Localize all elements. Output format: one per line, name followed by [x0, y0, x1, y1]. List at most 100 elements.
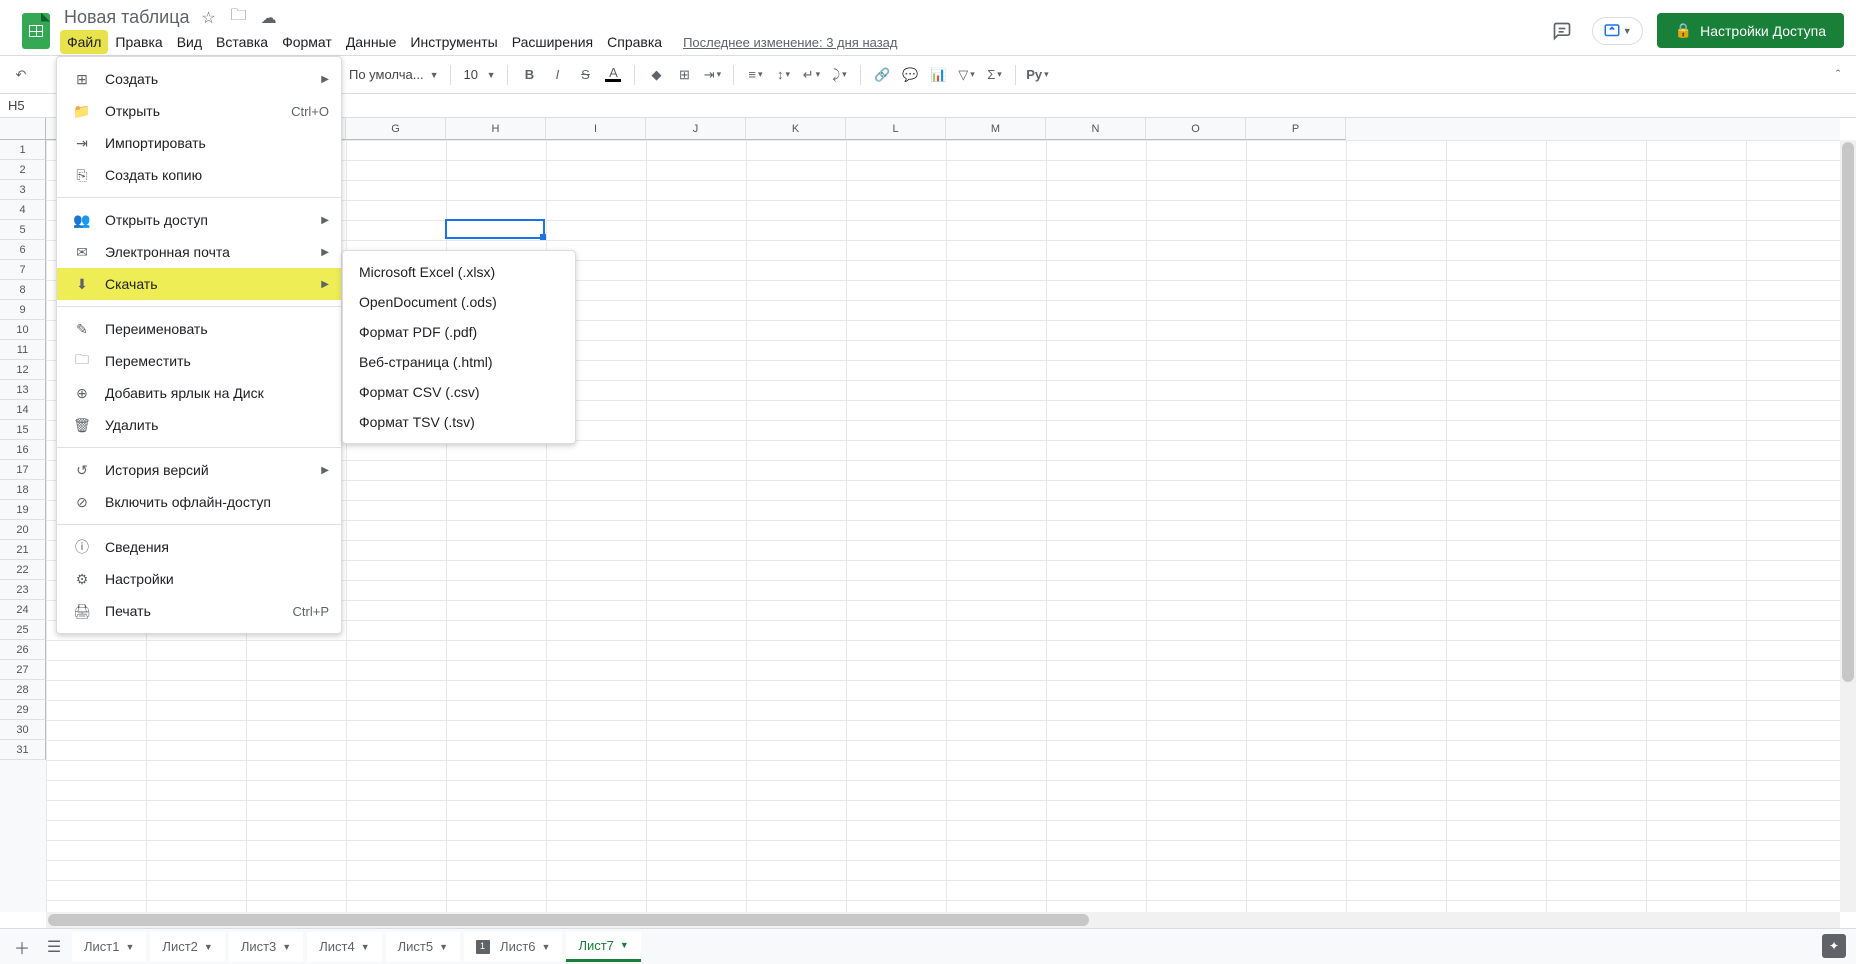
chevron-down-icon[interactable]: ▼ — [542, 942, 551, 952]
sheet-tab[interactable]: Лист3▼ — [229, 932, 303, 962]
menu-вставка[interactable]: Вставка — [209, 30, 275, 54]
file-menu-item[interactable]: ✎Переименовать — [57, 313, 341, 345]
chevron-down-icon[interactable]: ▼ — [620, 940, 629, 950]
borders-icon[interactable]: ⊞ — [671, 62, 697, 88]
file-menu-item[interactable]: 🗑Удалить — [57, 409, 341, 441]
row-header-24[interactable]: 24 — [0, 600, 46, 620]
fill-handle[interactable] — [540, 234, 546, 240]
file-menu-item[interactable]: ⬇Скачать▶ — [57, 268, 341, 300]
row-header-26[interactable]: 26 — [0, 640, 46, 660]
file-menu-item[interactable]: ✉Электронная почта▶ — [57, 236, 341, 268]
download-option[interactable]: Формат CSV (.csv) — [343, 377, 575, 407]
file-menu-item[interactable]: 📁ОткрытьCtrl+O — [57, 95, 341, 127]
font-selector[interactable]: По умолча... ▼ — [345, 67, 442, 82]
last-edit-link[interactable]: Последнее изменение: 3 дня назад — [683, 35, 897, 50]
sheets-logo-icon[interactable] — [22, 13, 50, 49]
download-option[interactable]: Формат PDF (.pdf) — [343, 317, 575, 347]
row-header-12[interactable]: 12 — [0, 360, 46, 380]
chevron-down-icon[interactable]: ▼ — [282, 942, 291, 952]
horizontal-scrollbar[interactable] — [46, 912, 1840, 928]
row-header-11[interactable]: 11 — [0, 340, 46, 360]
col-header-H[interactable]: H — [446, 118, 546, 140]
v-align-icon[interactable]: ↕▾ — [770, 62, 796, 88]
rotate-icon[interactable]: ⤸▾ — [826, 62, 852, 88]
strikethrough-icon[interactable]: S — [572, 62, 598, 88]
file-menu-item[interactable]: ⊕Добавить ярлык на Диск — [57, 377, 341, 409]
row-header-14[interactable]: 14 — [0, 400, 46, 420]
row-header-2[interactable]: 2 — [0, 160, 46, 180]
file-menu-item[interactable]: ⓘСведения — [57, 531, 341, 563]
row-header-31[interactable]: 31 — [0, 740, 46, 760]
row-header-9[interactable]: 9 — [0, 300, 46, 320]
menu-формат[interactable]: Формат — [275, 30, 339, 54]
menu-файл[interactable]: Файл — [60, 30, 108, 54]
file-menu-item[interactable]: 👥Открыть доступ▶ — [57, 204, 341, 236]
row-header-28[interactable]: 28 — [0, 680, 46, 700]
row-header-17[interactable]: 17 — [0, 460, 46, 480]
move-icon[interactable]: 🗀 — [230, 9, 248, 27]
filter-icon[interactable]: ▽▾ — [953, 62, 979, 88]
col-header-N[interactable]: N — [1046, 118, 1146, 140]
row-header-10[interactable]: 10 — [0, 320, 46, 340]
download-option[interactable]: Формат TSV (.tsv) — [343, 407, 575, 437]
menu-правка[interactable]: Правка — [108, 30, 169, 54]
file-menu-item[interactable]: ⇥Импортировать — [57, 127, 341, 159]
menu-вид[interactable]: Вид — [170, 30, 209, 54]
selected-cell[interactable] — [445, 219, 545, 239]
row-header-4[interactable]: 4 — [0, 200, 46, 220]
menu-расширения[interactable]: Расширения — [505, 30, 600, 54]
download-option[interactable]: OpenDocument (.ods) — [343, 287, 575, 317]
download-option[interactable]: Microsoft Excel (.xlsx) — [343, 257, 575, 287]
share-button[interactable]: 🔒 Настройки Доступа — [1657, 13, 1844, 48]
doc-title[interactable]: Новая таблица — [64, 7, 190, 28]
row-header-30[interactable]: 30 — [0, 720, 46, 740]
sheet-tab[interactable]: Лист4▼ — [307, 932, 381, 962]
row-header-22[interactable]: 22 — [0, 560, 46, 580]
add-sheet-button[interactable]: ＋ — [8, 933, 36, 961]
comments-icon[interactable] — [1546, 15, 1578, 47]
col-header-I[interactable]: I — [546, 118, 646, 140]
sheet-tab[interactable]: Лист6▼ — [464, 932, 562, 962]
menu-данные[interactable]: Данные — [339, 30, 404, 54]
row-header-16[interactable]: 16 — [0, 440, 46, 460]
row-header-19[interactable]: 19 — [0, 500, 46, 520]
font-size-selector[interactable]: 10 ▼ — [459, 67, 499, 82]
wrap-icon[interactable]: ↵▾ — [798, 62, 824, 88]
file-menu-item[interactable]: 🗀Переместить — [57, 345, 341, 377]
chart-icon[interactable]: 📊 — [925, 62, 951, 88]
row-header-7[interactable]: 7 — [0, 260, 46, 280]
functions-icon[interactable]: Σ▾ — [981, 62, 1007, 88]
row-header-27[interactable]: 27 — [0, 660, 46, 680]
file-menu-item[interactable]: ↺История версий▶ — [57, 454, 341, 486]
select-all-corner[interactable] — [0, 118, 46, 140]
h-align-icon[interactable]: ≡▾ — [742, 62, 768, 88]
row-header-29[interactable]: 29 — [0, 700, 46, 720]
row-header-13[interactable]: 13 — [0, 380, 46, 400]
col-header-K[interactable]: K — [746, 118, 846, 140]
col-header-M[interactable]: M — [946, 118, 1046, 140]
vscroll-thumb[interactable] — [1842, 142, 1854, 682]
row-header-15[interactable]: 15 — [0, 420, 46, 440]
bold-icon[interactable]: B — [516, 62, 542, 88]
col-header-O[interactable]: O — [1146, 118, 1246, 140]
row-header-5[interactable]: 5 — [0, 220, 46, 240]
menu-инструменты[interactable]: Инструменты — [403, 30, 504, 54]
row-header-6[interactable]: 6 — [0, 240, 46, 260]
chevron-down-icon[interactable]: ▼ — [361, 942, 370, 952]
all-sheets-button[interactable]: ☰ — [40, 933, 68, 961]
row-header-18[interactable]: 18 — [0, 480, 46, 500]
chevron-down-icon[interactable]: ▼ — [204, 942, 213, 952]
row-header-3[interactable]: 3 — [0, 180, 46, 200]
hscroll-thumb[interactable] — [48, 914, 1089, 926]
cloud-icon[interactable]: ☁ — [260, 9, 278, 27]
file-menu-item[interactable]: ⚙Настройки — [57, 563, 341, 595]
sheet-tab[interactable]: Лист5▼ — [386, 932, 460, 962]
text-color-icon[interactable]: A — [600, 62, 626, 88]
chevron-down-icon[interactable]: ▼ — [439, 942, 448, 952]
file-menu-item[interactable]: ⊞Создать▶ — [57, 63, 341, 95]
explore-button[interactable]: ✦ — [1822, 934, 1846, 958]
file-menu-item[interactable]: ⎘Создать копию — [57, 159, 341, 191]
link-icon[interactable]: 🔗 — [869, 62, 895, 88]
merge-cells-icon[interactable]: ⇥▾ — [699, 62, 725, 88]
row-header-8[interactable]: 8 — [0, 280, 46, 300]
